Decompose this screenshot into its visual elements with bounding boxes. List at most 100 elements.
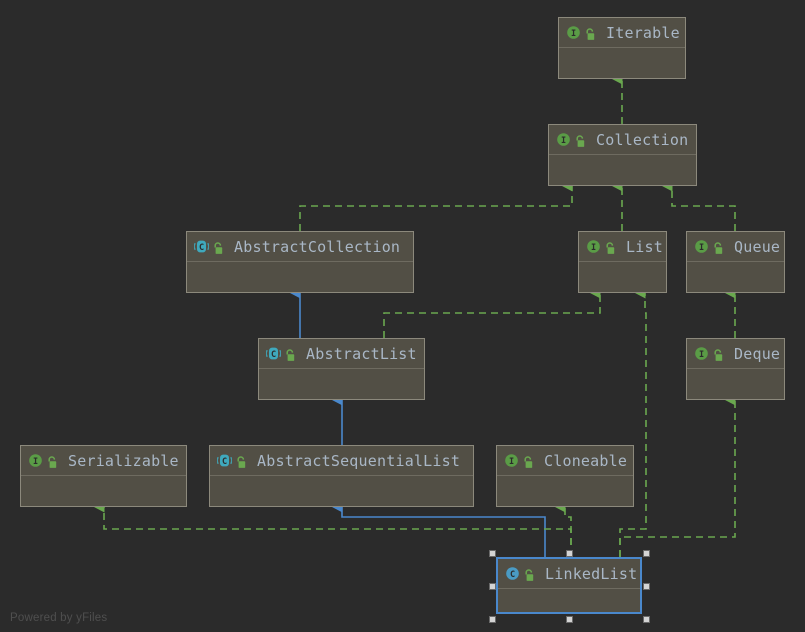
node-members-compartment bbox=[549, 155, 696, 185]
node-members-compartment bbox=[498, 589, 640, 612]
node-header: I Iterable bbox=[559, 18, 685, 48]
uml-node-abscoll[interactable]: C AbstractCollection bbox=[186, 231, 414, 293]
node-members-compartment bbox=[559, 48, 685, 78]
node-icon-group: C bbox=[216, 453, 247, 468]
node-name-label: Iterable bbox=[606, 23, 680, 42]
svg-text:C: C bbox=[271, 350, 276, 360]
svg-text:C: C bbox=[510, 570, 515, 580]
class-icon: C bbox=[505, 566, 520, 581]
svg-text:I: I bbox=[561, 136, 566, 146]
node-members-compartment bbox=[21, 476, 186, 506]
node-icon-group: I bbox=[694, 346, 724, 361]
edge-abslist-to-list[interactable] bbox=[383, 287, 601, 338]
interface-icon: I bbox=[694, 346, 709, 361]
uml-node-queue[interactable]: I Queue bbox=[686, 231, 785, 293]
resize-handle-2[interactable] bbox=[643, 550, 650, 557]
svg-text:I: I bbox=[591, 243, 596, 253]
uml-node-iterable[interactable]: I Iterable bbox=[558, 17, 686, 79]
uml-node-list[interactable]: I List bbox=[578, 231, 667, 293]
edge-linkedlist-to-absseq[interactable] bbox=[332, 501, 546, 557]
node-name-label: AbstractSequentialList bbox=[257, 451, 461, 470]
uml-node-linkedlist[interactable]: C LinkedList bbox=[496, 557, 642, 614]
node-header: C AbstractCollection bbox=[187, 232, 413, 262]
edge-layer bbox=[94, 73, 736, 557]
node-members-compartment bbox=[187, 262, 413, 292]
lock-icon bbox=[46, 454, 58, 468]
lock-icon bbox=[284, 347, 296, 361]
interface-icon: I bbox=[586, 239, 601, 254]
abstract-class-icon: C bbox=[265, 346, 282, 361]
svg-text:I: I bbox=[699, 243, 704, 253]
node-icon-group: C bbox=[193, 239, 224, 254]
node-name-label: Serializable bbox=[68, 451, 179, 470]
node-icon-group: C bbox=[265, 346, 296, 361]
svg-text:I: I bbox=[509, 457, 514, 467]
node-header: I Queue bbox=[687, 232, 784, 262]
node-header: C LinkedList bbox=[498, 559, 640, 589]
svg-text:C: C bbox=[222, 457, 227, 467]
resize-handle-5[interactable] bbox=[489, 616, 496, 623]
lock-icon bbox=[212, 240, 224, 254]
lock-icon bbox=[712, 240, 724, 254]
node-icon-group: I bbox=[556, 132, 586, 147]
uml-node-absseq[interactable]: C AbstractSequentialList bbox=[209, 445, 474, 507]
uml-node-cloneable[interactable]: I Cloneable bbox=[496, 445, 634, 507]
edge-linkedlist-to-serial[interactable] bbox=[94, 501, 572, 557]
node-icon-group: I bbox=[694, 239, 724, 254]
uml-node-abslist[interactable]: C AbstractList bbox=[258, 338, 425, 400]
svg-text:I: I bbox=[571, 29, 576, 39]
svg-text:I: I bbox=[699, 350, 704, 360]
abstract-class-icon: C bbox=[216, 453, 233, 468]
lock-icon bbox=[235, 454, 247, 468]
edge-abscoll-to-collection[interactable] bbox=[299, 180, 573, 231]
resize-handle-4[interactable] bbox=[643, 583, 650, 590]
lock-icon bbox=[604, 240, 616, 254]
uml-node-deque[interactable]: I Deque bbox=[686, 338, 785, 400]
node-members-compartment bbox=[687, 262, 784, 292]
node-members-compartment bbox=[497, 476, 633, 506]
uml-node-serial[interactable]: I Serializable bbox=[20, 445, 187, 507]
node-name-label: Collection bbox=[596, 130, 689, 149]
node-name-label: LinkedList bbox=[545, 564, 638, 583]
lock-icon bbox=[712, 347, 724, 361]
node-header: I Deque bbox=[687, 339, 784, 369]
node-members-compartment bbox=[210, 476, 473, 506]
resize-handle-6[interactable] bbox=[566, 616, 573, 623]
edge-linkedlist-to-list[interactable] bbox=[619, 287, 647, 557]
svg-text:C: C bbox=[199, 243, 204, 253]
node-name-label: AbstractCollection bbox=[234, 237, 401, 256]
node-icon-group: C bbox=[505, 566, 535, 581]
interface-icon: I bbox=[556, 132, 571, 147]
node-header: I List bbox=[579, 232, 666, 262]
edge-queue-to-collection[interactable] bbox=[662, 180, 736, 231]
node-header: C AbstractList bbox=[259, 339, 424, 369]
node-icon-group: I bbox=[28, 453, 58, 468]
watermark: Powered by yFiles bbox=[10, 612, 108, 624]
node-name-label: Queue bbox=[734, 237, 781, 256]
node-icon-group: I bbox=[504, 453, 534, 468]
node-header: I Collection bbox=[549, 125, 696, 155]
lock-icon bbox=[584, 26, 596, 40]
node-header: I Serializable bbox=[21, 446, 186, 476]
edge-linkedlist-to-deque[interactable] bbox=[619, 394, 736, 557]
node-members-compartment bbox=[687, 369, 784, 399]
resize-handle-0[interactable] bbox=[489, 550, 496, 557]
interface-icon: I bbox=[28, 453, 43, 468]
node-name-label: Cloneable bbox=[544, 451, 628, 470]
node-members-compartment bbox=[259, 369, 424, 399]
svg-text:I: I bbox=[33, 457, 38, 467]
interface-icon: I bbox=[504, 453, 519, 468]
resize-handle-3[interactable] bbox=[489, 583, 496, 590]
node-name-label: AbstractList bbox=[306, 344, 417, 363]
lock-icon bbox=[523, 567, 535, 581]
resize-handle-7[interactable] bbox=[643, 616, 650, 623]
abstract-class-icon: C bbox=[193, 239, 210, 254]
node-name-label: List bbox=[626, 237, 663, 256]
diagram-canvas[interactable]: I Iterable I Collection C AbstractCollection I… bbox=[0, 0, 805, 632]
uml-node-collection[interactable]: I Collection bbox=[548, 124, 697, 186]
node-header: I Cloneable bbox=[497, 446, 633, 476]
interface-icon: I bbox=[694, 239, 709, 254]
lock-icon bbox=[574, 133, 586, 147]
resize-handle-1[interactable] bbox=[566, 550, 573, 557]
node-name-label: Deque bbox=[734, 344, 781, 363]
